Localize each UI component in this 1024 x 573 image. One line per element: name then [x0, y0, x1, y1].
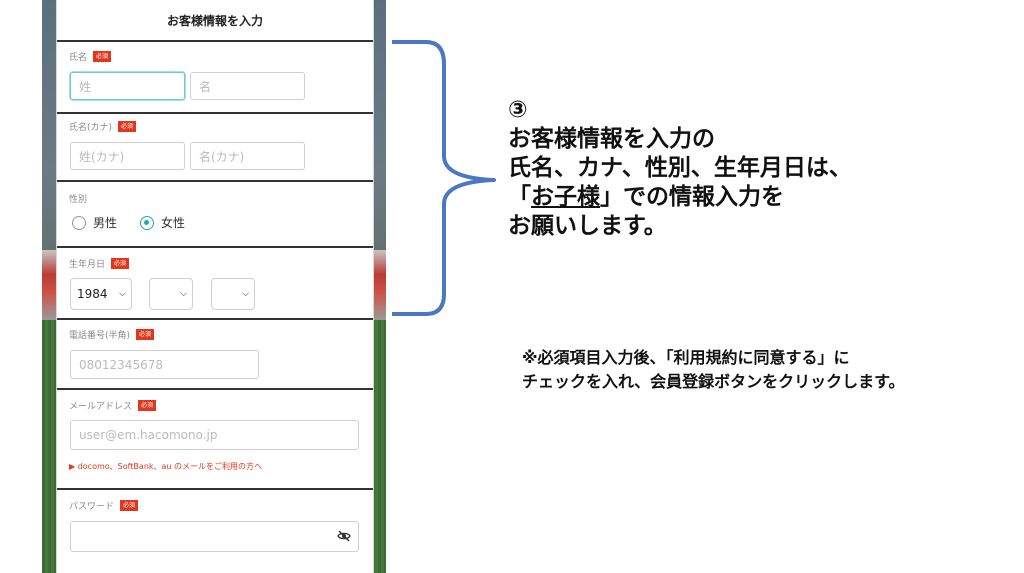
- annotation-line-3-post: 」での情報入力を: [600, 184, 784, 210]
- first-name-kana-input[interactable]: 名(カナ): [190, 142, 305, 170]
- password-section: パスワード 必須: [57, 488, 373, 573]
- carrier-email-link[interactable]: ▶ docomo、SoftBank、au のメールをご利用の方へ: [69, 461, 262, 472]
- email-section: メールアドレス 必須 user@em.hacomono.jp ▶ docomo、…: [57, 388, 373, 490]
- birth-month-select[interactable]: ⌵: [149, 278, 193, 310]
- instruction-note-line-1: ※必須項目入力後、「利用規約に同意する」に: [522, 348, 850, 367]
- birth-year-select[interactable]: 1984 ⌵: [70, 278, 132, 310]
- form-title: お客様情報を入力: [57, 0, 373, 42]
- birth-day-select[interactable]: ⌵: [211, 278, 255, 310]
- kana-section: 氏名(カナ) 必須 姓(カナ) 名(カナ): [57, 112, 373, 182]
- background-grass-left: [42, 320, 56, 573]
- phone-screenshot: お客様情報を入力 氏名 必須 姓 名 氏名(カナ) 必須 姓(カナ) 名(カナ)…: [42, 0, 386, 573]
- phone-input[interactable]: 08012345678: [70, 350, 259, 379]
- gender-option-male[interactable]: 男性: [72, 214, 117, 231]
- gender-label: 性別: [69, 195, 88, 205]
- background-stadium-right: [372, 250, 386, 320]
- gender-option-female[interactable]: 女性: [140, 214, 185, 231]
- chevron-down-icon: ⌵: [119, 289, 126, 299]
- gender-section: 性別 男性 女性: [57, 180, 373, 248]
- eye-off-icon[interactable]: [337, 530, 351, 542]
- gender-option-label: 女性: [161, 216, 186, 230]
- radio-unchecked-icon: [72, 215, 86, 230]
- last-name-kana-input[interactable]: 姓(カナ): [70, 142, 185, 170]
- birthdate-label: 生年月日: [69, 260, 106, 270]
- phone-label: 電話番号(半角): [69, 331, 131, 341]
- name-label: 氏名: [69, 53, 88, 63]
- instruction-note: ※必須項目入力後、「利用規約に同意する」に チェックを入れ、会員登録ボタンをクリ…: [522, 346, 905, 394]
- birth-year-value: 1984: [77, 287, 108, 301]
- annotation-line-3: 「お子様」での情報入力を: [508, 183, 852, 212]
- required-badge: 必須: [111, 258, 130, 269]
- required-badge: 必須: [136, 329, 155, 340]
- password-input[interactable]: [70, 521, 359, 552]
- customer-form: お客様情報を入力 氏名 必須 姓 名 氏名(カナ) 必須 姓(カナ) 名(カナ)…: [56, 0, 374, 573]
- annotation-callout: ③ お客様情報を入力の 氏名、カナ、性別、生年月日は、 「お子様」での情報入力を…: [508, 96, 852, 241]
- email-input[interactable]: user@em.hacomono.jp: [70, 420, 359, 450]
- annotation-line-1: お客様情報を入力の: [508, 126, 715, 152]
- last-name-input[interactable]: 姓: [70, 72, 185, 100]
- password-label: パスワード: [69, 502, 115, 512]
- brace-annotation-icon: [392, 40, 496, 316]
- annotation-line-2: 氏名、カナ、性別、生年月日は、: [508, 155, 852, 181]
- annotation-line-4: お願いします。: [508, 213, 667, 239]
- first-name-input[interactable]: 名: [190, 72, 305, 100]
- instruction-note-line-2: チェックを入れ、会員登録ボタンをクリックします。: [522, 372, 905, 391]
- chevron-down-icon: ⌵: [242, 289, 249, 299]
- required-badge: 必須: [118, 121, 137, 132]
- background-stadium-left: [42, 250, 56, 320]
- annotation-marker: ③: [508, 97, 528, 123]
- required-badge: 必須: [120, 500, 139, 511]
- radio-checked-icon: [140, 215, 154, 230]
- required-badge: 必須: [93, 51, 112, 62]
- required-badge: 必須: [138, 400, 157, 411]
- annotation-line-3-pre: 「: [508, 184, 531, 210]
- email-label: メールアドレス: [69, 402, 133, 412]
- background-grass-right: [372, 320, 386, 573]
- birthdate-section: 生年月日 必須 1984 ⌵ ⌵ ⌵: [57, 246, 373, 320]
- kana-label: 氏名(カナ): [69, 123, 113, 133]
- phone-section: 電話番号(半角) 必須 08012345678: [57, 318, 373, 390]
- chevron-down-icon: ⌵: [180, 289, 187, 299]
- name-section: 氏名 必須 姓 名: [57, 42, 373, 114]
- annotation-child-emphasis: お子様: [531, 184, 600, 210]
- gender-option-label: 男性: [93, 216, 118, 230]
